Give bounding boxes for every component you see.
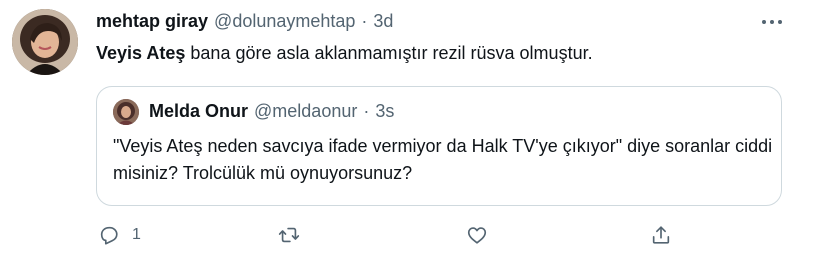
more-options-button[interactable] [758, 12, 786, 32]
quoted-timestamp: 3s [375, 101, 395, 121]
display-name[interactable]: mehtap giray [96, 11, 208, 32]
reply-count: 1 [132, 226, 141, 243]
quoted-avatar [113, 99, 139, 125]
like-icon [467, 227, 487, 244]
like-button[interactable] [466, 222, 488, 248]
tweet-text-rest: bana göre asla aklanmamıştır rezil rüsva… [185, 43, 593, 63]
quoted-display-name: Melda Onur [149, 101, 249, 121]
avatar[interactable] [12, 9, 78, 75]
timestamp[interactable]: 3d [373, 11, 393, 32]
quoted-separator: · [363, 101, 370, 121]
tweet-text-bold: Veyis Ateş [96, 43, 186, 63]
more-horizontal-icon [762, 20, 782, 24]
tweet-header: mehtap giray @dolunaymehtap · 3d [96, 11, 393, 33]
tweet-text: Veyis Ateş bana göre asla aklanmamıştır … [96, 43, 593, 64]
reply-button[interactable]: 1 [98, 222, 141, 248]
share-icon [652, 226, 670, 244]
quoted-tweet[interactable]: Melda Onur @meldaonur · 3s "Veyis Ateş n… [96, 86, 782, 206]
reply-icon [100, 226, 118, 245]
quoted-header: Melda Onur @meldaonur · 3s [149, 101, 394, 122]
share-button[interactable] [650, 222, 672, 248]
tweet: mehtap giray @dolunaymehtap · 3d Veyis A… [0, 0, 814, 268]
separator: · [361, 11, 368, 31]
quoted-handle: @meldaonur [254, 101, 358, 121]
action-bar: 1 [96, 222, 696, 248]
handle[interactable]: @dolunaymehtap [214, 11, 355, 32]
retweet-button[interactable] [278, 222, 300, 248]
retweet-icon [278, 227, 300, 243]
quoted-text: "Veyis Ateş neden savcıya ifade vermiyor… [113, 136, 773, 183]
